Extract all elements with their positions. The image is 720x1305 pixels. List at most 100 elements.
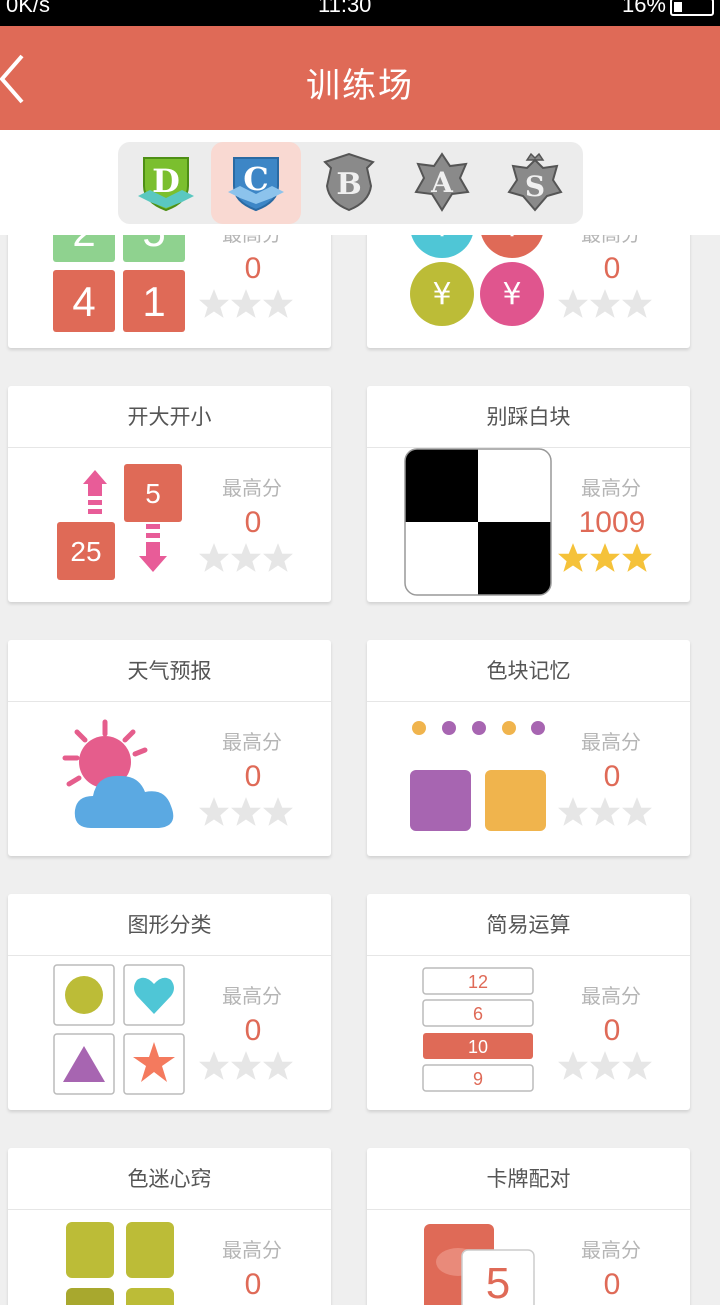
shield-a-icon: A — [414, 152, 470, 212]
coin-symbol: ¥ — [432, 235, 451, 244]
star-rating — [557, 288, 653, 320]
game-card-number-grid[interactable]: 2 5 4 1 最高分 0 — [8, 235, 331, 348]
number-tile: 5 — [142, 235, 165, 255]
coin-match-art: ¥ ¥ ¥ ¥ — [410, 235, 544, 326]
simple-math-art: 12 6 10 9 — [422, 967, 534, 1092]
star-icon — [231, 289, 261, 318]
color-memory-art — [410, 721, 546, 831]
level-d-letter: D — [152, 162, 180, 200]
level-a-letter: A — [430, 166, 454, 199]
star-icon — [199, 543, 229, 572]
math-option: 10 — [468, 1037, 488, 1057]
star-icon — [199, 797, 229, 826]
game-card-white-tiles[interactable]: 别踩白块 最高分 1009 — [367, 386, 690, 602]
star-icon — [199, 289, 229, 318]
level-tab-s[interactable]: S — [490, 142, 580, 224]
page-title: 训练场 — [306, 66, 414, 106]
star-icon — [263, 543, 293, 572]
star-icon — [263, 797, 293, 826]
star-icon — [558, 797, 588, 826]
game-title: 简易运算 — [367, 894, 690, 956]
star-rating — [198, 1050, 294, 1082]
game-card-color-maze[interactable]: 色迷心窍 最高分 0 — [8, 1148, 331, 1305]
level-selector: D C B A S — [0, 130, 720, 235]
best-score-label: 最高分 — [222, 984, 282, 1008]
best-score-label: 最高分 — [222, 1238, 282, 1262]
best-score: 0 — [603, 252, 621, 285]
game-card-simple-math[interactable]: 简易运算 12 6 10 9 最高分 0 — [367, 894, 690, 1110]
star-icon — [622, 797, 652, 826]
game-card-big-small[interactable]: 开大开小 25 5 最高分 0 — [8, 386, 331, 602]
level-tab-a[interactable]: A — [397, 142, 487, 224]
shield-d-icon: D — [138, 157, 194, 212]
star-icon — [231, 543, 261, 572]
star-icon — [590, 543, 620, 572]
color-maze-art — [66, 1222, 174, 1305]
star-rating — [198, 542, 294, 574]
best-score: 0 — [244, 1268, 262, 1301]
best-score: 1009 — [578, 506, 646, 539]
shape-sort-art — [53, 964, 185, 1095]
level-tab-b[interactable]: B — [304, 142, 394, 224]
game-title: 卡牌配对 — [367, 1148, 690, 1210]
star-rating — [557, 542, 653, 574]
best-score-label: 最高分 — [581, 476, 641, 500]
status-bar: 0K/s 11:30 16% — [0, 0, 720, 26]
white-tiles-art — [404, 448, 552, 596]
star-icon — [590, 797, 620, 826]
level-tab-d[interactable]: D — [121, 142, 211, 224]
star-icon — [558, 1051, 588, 1080]
number-grid-art: 2 5 4 1 — [53, 235, 185, 332]
star-icon — [199, 1051, 229, 1080]
best-score: 0 — [244, 760, 262, 793]
number-tile: 2 — [72, 235, 95, 255]
game-title: 色迷心窍 — [8, 1148, 331, 1210]
big-small-art: 25 5 — [57, 464, 182, 580]
game-title: 色块记忆 — [367, 640, 690, 702]
app-bar: 训练场 — [0, 26, 720, 130]
game-card-weather[interactable]: 天气预报 最高分 0 — [8, 640, 331, 856]
network-speed: 0K/s — [6, 0, 51, 17]
best-score-label: 最高分 — [222, 476, 282, 500]
star-icon — [590, 289, 620, 318]
shield-s-icon: S — [507, 152, 563, 212]
clock: 11:30 — [318, 0, 372, 17]
coin-symbol: ¥ — [502, 277, 521, 312]
shield-c-icon: C — [228, 157, 284, 212]
best-score-label: 最高分 — [581, 984, 641, 1008]
best-score-label: 最高分 — [581, 730, 641, 754]
star-icon — [558, 289, 588, 318]
game-card-coin-match[interactable]: ¥ ¥ ¥ ¥ 最高分 0 — [367, 235, 690, 348]
number-tile: 1 — [142, 278, 165, 325]
star-rating — [198, 796, 294, 828]
game-title: 天气预报 — [8, 640, 331, 702]
star-icon — [622, 543, 652, 572]
star-icon — [622, 1051, 652, 1080]
star-icon — [622, 289, 652, 318]
best-score-label: 最高分 — [573, 235, 649, 247]
math-option: 12 — [468, 972, 488, 992]
best-score: 0 — [244, 252, 262, 285]
best-score: 0 — [603, 760, 621, 793]
best-score-label: 最高分 — [222, 730, 282, 754]
best-score: 0 — [244, 1014, 262, 1047]
star-icon — [231, 1051, 261, 1080]
big-number: 5 — [145, 478, 161, 509]
game-card-shape-sort[interactable]: 图形分类 最高分 0 — [8, 894, 331, 1110]
best-score: 0 — [603, 1014, 621, 1047]
coin-symbol: ¥ — [432, 277, 451, 312]
level-tab-c[interactable]: C — [211, 142, 301, 224]
battery-icon — [670, 0, 714, 16]
best-score-label: 最高分 — [214, 235, 290, 247]
game-title: 图形分类 — [8, 894, 331, 956]
battery-percent: 16% — [621, 0, 666, 17]
star-icon — [263, 1051, 293, 1080]
game-card-card-match[interactable]: 卡牌配对 5 最高分 0 — [367, 1148, 690, 1305]
star-icon — [231, 797, 261, 826]
star-rating — [557, 796, 653, 828]
level-s-letter: S — [525, 170, 545, 203]
game-title: 别踩白块 — [367, 386, 690, 448]
small-number: 25 — [70, 536, 101, 567]
game-card-color-memory[interactable]: 色块记忆 最高分 0 — [367, 640, 690, 856]
weather-art — [62, 719, 174, 828]
